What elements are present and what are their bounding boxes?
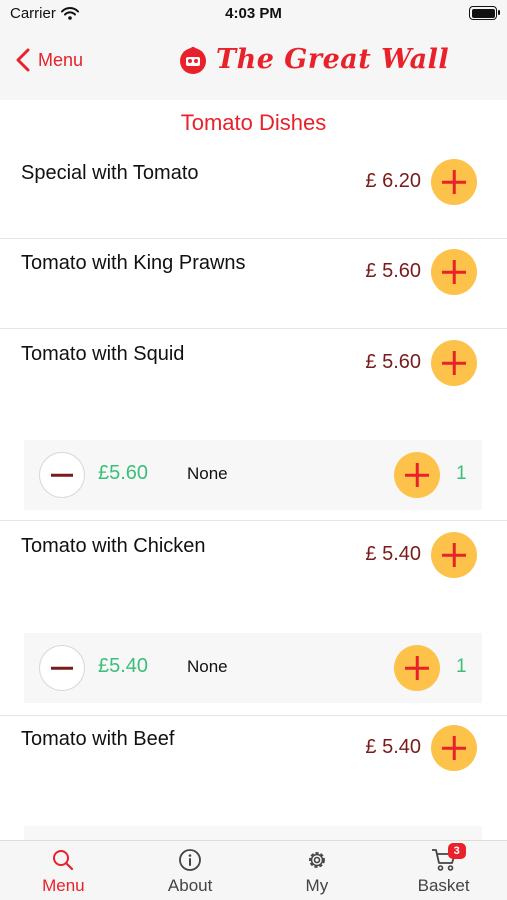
dish-price: £ 5.60 — [365, 260, 421, 282]
selection-price: £5.60 — [98, 462, 149, 484]
search-icon — [53, 850, 74, 871]
add-button[interactable] — [431, 532, 477, 578]
tab-basket[interactable]: 3 Basket — [380, 841, 507, 900]
dish-name: Tomato with Beef — [21, 728, 175, 750]
selection-count: 1 — [456, 656, 467, 677]
section-title: Tomato Dishes — [180, 110, 327, 135]
dish-item: Tomato with Chicken £ 5.40 £5.40 None 1 — [0, 523, 507, 716]
selection-count: 1 — [456, 463, 467, 484]
brand-logo-icon — [180, 46, 206, 74]
dish-item: Tomato with Beef £ 5.40 — [0, 716, 507, 840]
decrease-button[interactable] — [39, 645, 85, 691]
selection-option: None — [187, 657, 228, 676]
dish-name: Tomato with Chicken — [21, 535, 206, 557]
tab-label: My — [305, 876, 329, 895]
info-icon — [179, 849, 202, 871]
brand: The Great Wall — [178, 44, 449, 75]
dish-item: Tomato with Squid £ 5.60 £5.60 None 1 — [0, 331, 507, 521]
increase-button[interactable] — [394, 645, 440, 691]
gear-icon — [308, 852, 325, 868]
back-label: Menu — [38, 49, 84, 70]
status-time: 4:03 PM — [225, 5, 282, 22]
dish-name: Tomato with King Prawns — [21, 252, 246, 274]
status-bar: Carrier 4:03 PM — [0, 0, 507, 28]
tab-label: About — [167, 876, 213, 895]
selection-row: £5.60 None 1 — [24, 440, 482, 510]
dish-price: £ 5.40 — [365, 543, 421, 565]
selection-row-partial — [24, 826, 482, 840]
dish-name: Tomato with Squid — [21, 343, 185, 365]
tab-bar: Menu About My 3 Basket — [0, 840, 507, 900]
tab-my[interactable]: My — [254, 841, 381, 900]
tab-menu[interactable]: Menu — [0, 841, 127, 900]
dish-name: Special with Tomato — [21, 162, 199, 184]
add-button[interactable] — [431, 725, 477, 771]
dish-item: Special with Tomato £ 6.20 — [0, 150, 507, 239]
basket-badge: 3 — [447, 843, 466, 859]
add-button[interactable] — [431, 340, 477, 386]
add-button[interactable] — [431, 159, 477, 205]
dish-item: Tomato with King Prawns £ 5.60 — [0, 240, 507, 329]
tab-about[interactable]: About — [127, 841, 254, 900]
add-button[interactable] — [431, 249, 477, 295]
dish-price: £ 5.40 — [365, 736, 421, 758]
back-button[interactable]: Menu — [16, 48, 83, 72]
dish-price: £ 5.60 — [365, 351, 421, 373]
nav-bar: Menu The Great Wall — [0, 28, 507, 100]
increase-button[interactable] — [394, 452, 440, 498]
selection-option: None — [187, 464, 228, 483]
selection-price: £5.40 — [98, 655, 149, 677]
decrease-button[interactable] — [39, 452, 85, 498]
tab-label: Menu — [42, 876, 85, 895]
battery-icon — [469, 6, 500, 20]
chevron-left-icon — [16, 48, 30, 72]
selection-row: £5.40 None 1 — [24, 633, 482, 703]
brand-title: The Great Wall — [216, 44, 450, 75]
dish-price: £ 6.20 — [365, 170, 421, 192]
tab-label: Basket — [417, 876, 470, 895]
